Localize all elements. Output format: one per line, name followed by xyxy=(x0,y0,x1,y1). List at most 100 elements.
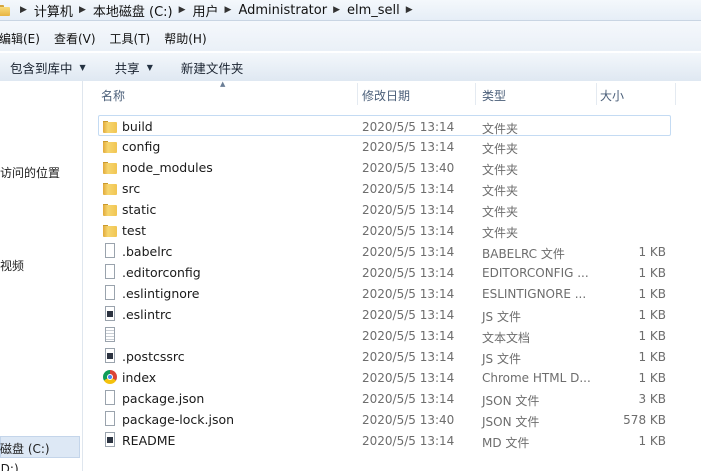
chevron-right-icon[interactable]: ▶ xyxy=(179,5,186,15)
folder-icon xyxy=(102,222,118,238)
sort-ascending-icon: ▲ xyxy=(220,81,226,88)
file-date: 2020/5/5 13:14 xyxy=(362,350,455,364)
menu-view[interactable]: 查看(V) xyxy=(54,30,102,51)
nav-item-drive-d[interactable]: (D:) xyxy=(0,462,19,471)
share-label: 共享 xyxy=(114,60,140,76)
file-name: package.json xyxy=(122,391,205,406)
folder-icon xyxy=(102,180,118,196)
column-header-type[interactable]: 类型 xyxy=(482,87,506,104)
file-name: static xyxy=(122,202,157,217)
file-size: 578 KB xyxy=(623,413,666,427)
file-row[interactable]: 2020/5/5 13:14 文本文档 1 KB xyxy=(83,325,683,346)
column-divider[interactable] xyxy=(357,83,358,105)
file-type: ESLINTIGNORE ... xyxy=(482,287,587,301)
navigation-pane[interactable]: › 访问的位置 视频 › 磁盘 (C:) (D:) xyxy=(0,81,83,471)
breadcrumb-local-disk[interactable]: 本地磁盘 (C:) xyxy=(93,1,173,20)
menu-bar: 编辑(E) 查看(V) 工具(T) 帮助(H) xyxy=(0,21,701,51)
nav-item-videos[interactable]: 视频 xyxy=(0,257,24,274)
file-list[interactable]: ▲ 名称 修改日期 类型 大小 build 2020/5/5 13:14 文件夹 co… xyxy=(83,81,701,471)
js-file-icon xyxy=(102,306,118,322)
file-size: 1 KB xyxy=(638,245,666,259)
file-name: test xyxy=(122,223,147,238)
file-size: 1 KB xyxy=(638,371,666,385)
column-divider[interactable] xyxy=(475,83,476,105)
caret-down-icon: ▼ xyxy=(79,62,86,72)
menu-help[interactable]: 帮助(H) xyxy=(164,30,212,51)
breadcrumb-computer[interactable]: 计算机 xyxy=(34,1,73,20)
file-row[interactable]: .babelrc 2020/5/5 13:14 BABELRC 文件 1 KB xyxy=(83,241,683,262)
file-name: src xyxy=(122,181,141,196)
new-folder-label: 新建文件夹 xyxy=(180,60,244,76)
folder-icon xyxy=(102,159,118,175)
file-row[interactable]: .editorconfig 2020/5/5 13:14 EDITORCONFIG … xyxy=(83,262,683,283)
chevron-right-icon[interactable]: ▶ xyxy=(20,5,27,15)
file-row[interactable]: README 2020/5/5 13:14 MD 文件 1 KB xyxy=(83,430,683,451)
file-date: 2020/5/5 13:14 xyxy=(362,371,455,385)
file-row[interactable]: config 2020/5/5 13:14 文件夹 xyxy=(83,136,683,157)
include-in-library-button[interactable]: 包含到库中 ▼ xyxy=(10,58,86,77)
file-row[interactable]: package-lock.json 2020/5/5 13:40 JSON 文件 57… xyxy=(83,409,683,430)
share-button[interactable]: 共享 ▼ xyxy=(115,58,153,77)
document-icon xyxy=(102,243,118,259)
file-name: .babelrc xyxy=(122,244,173,259)
file-name: package-lock.json xyxy=(122,412,235,427)
column-header-date[interactable]: 修改日期 xyxy=(362,87,410,104)
file-name: node_modules xyxy=(122,160,213,175)
file-type: 文本文档 xyxy=(482,331,531,345)
file-type: JSON 文件 xyxy=(482,394,540,408)
chevron-right-icon[interactable]: ▶ xyxy=(406,5,413,15)
breadcrumb-users[interactable]: 用户 xyxy=(193,1,219,20)
file-type: MD 文件 xyxy=(482,436,530,450)
document-icon xyxy=(102,390,118,406)
file-type: JS 文件 xyxy=(482,352,521,366)
file-type: Chrome HTML D... xyxy=(482,371,591,385)
breadcrumb-administrator[interactable]: Administrator xyxy=(238,3,327,18)
file-row[interactable]: node_modules 2020/5/5 13:40 文件夹 xyxy=(83,157,683,178)
new-folder-button[interactable]: 新建文件夹 xyxy=(181,58,244,77)
file-row[interactable]: test 2020/5/5 13:14 文件夹 xyxy=(83,220,683,241)
text-file-icon xyxy=(102,327,118,343)
js-file-icon xyxy=(102,348,118,364)
file-row[interactable]: .eslintrc 2020/5/5 13:14 JS 文件 1 KB xyxy=(83,304,683,325)
file-type: BABELRC 文件 xyxy=(482,247,565,261)
menu-edit[interactable]: 编辑(E) xyxy=(0,30,46,51)
file-type: JS 文件 xyxy=(482,310,521,324)
file-name: .eslintignore xyxy=(122,286,200,301)
column-header-size[interactable]: 大小 xyxy=(600,87,624,104)
document-icon xyxy=(102,285,118,301)
breadcrumb-elm-sell[interactable]: elm_sell xyxy=(347,3,400,18)
chevron-right-icon[interactable]: ▶ xyxy=(333,5,340,15)
nav-item-recent-places[interactable]: 访问的位置 xyxy=(0,164,60,181)
file-row[interactable]: static 2020/5/5 13:14 文件夹 xyxy=(83,199,683,220)
file-date: 2020/5/5 13:14 xyxy=(362,434,455,448)
nav-item-local-disk-c[interactable]: 磁盘 (C:) xyxy=(0,440,50,457)
file-name: build xyxy=(122,119,153,134)
column-divider[interactable] xyxy=(675,83,676,105)
file-row[interactable]: .eslintignore 2020/5/5 13:14 ESLINTIGNORE … xyxy=(83,283,683,304)
chevron-right-icon[interactable]: ▶ xyxy=(225,5,232,15)
file-row[interactable]: .postcssrc 2020/5/5 13:14 JS 文件 1 KB xyxy=(83,346,683,367)
file-date: 2020/5/5 13:14 xyxy=(362,308,455,322)
file-name: index xyxy=(122,370,157,385)
file-date: 2020/5/5 13:14 xyxy=(362,329,455,343)
file-row[interactable]: src 2020/5/5 13:14 文件夹 xyxy=(83,178,683,199)
file-name: README xyxy=(122,433,176,448)
file-type: EDITORCONFIG ... xyxy=(482,266,589,280)
file-row-selected[interactable]: build 2020/5/5 13:14 文件夹 xyxy=(98,115,671,136)
column-divider[interactable] xyxy=(596,83,597,105)
column-header-name[interactable]: 名称 xyxy=(101,87,125,104)
file-date: 2020/5/5 13:14 xyxy=(362,224,455,238)
file-type: 文件夹 xyxy=(482,122,519,136)
chevron-right-icon[interactable]: ▶ xyxy=(79,5,86,15)
file-type: 文件夹 xyxy=(482,184,519,198)
file-row[interactable]: index 2020/5/5 13:14 Chrome HTML D... 1 KB xyxy=(83,367,683,388)
file-date: 2020/5/5 13:14 xyxy=(362,120,455,134)
address-bar[interactable]: ▶ 计算机 ▶ 本地磁盘 (C:) ▶ 用户 ▶ Administrator ▶… xyxy=(0,0,701,21)
file-date: 2020/5/5 13:14 xyxy=(362,266,455,280)
command-toolbar: 包含到库中 ▼ 共享 ▼ 新建文件夹 xyxy=(0,52,701,82)
file-row[interactable]: package.json 2020/5/5 13:14 JSON 文件 3 KB xyxy=(83,388,683,409)
menu-tools[interactable]: 工具(T) xyxy=(110,30,157,51)
file-size: 1 KB xyxy=(638,308,666,322)
document-icon xyxy=(102,264,118,280)
file-size: 1 KB xyxy=(638,350,666,364)
